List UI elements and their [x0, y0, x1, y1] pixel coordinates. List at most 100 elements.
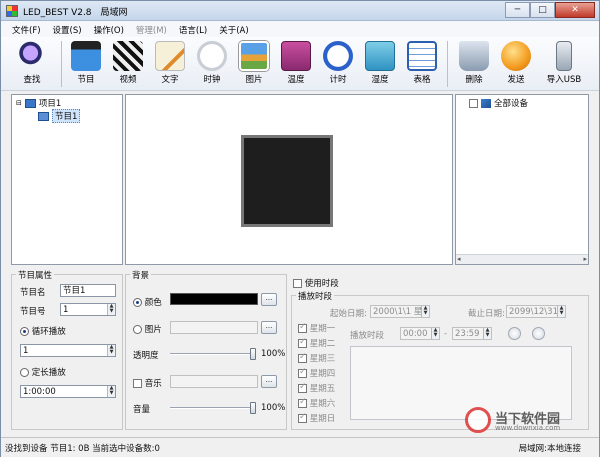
- device-list[interactable]: 全部设备 ◂ ▸: [455, 94, 589, 265]
- sunday-checkbox[interactable]: [298, 412, 307, 423]
- maximize-button[interactable]: □: [530, 2, 555, 18]
- menu-file[interactable]: 文件(F): [7, 21, 48, 37]
- scroll-left-icon[interactable]: ◂: [457, 255, 461, 263]
- toolbar: 查找 节目 视频 文字 时钟 图片 温度 计时 湿度 表格 删除 发送 导入US…: [1, 37, 599, 91]
- usb-drive-icon: [556, 41, 572, 71]
- color-swatch[interactable]: [170, 293, 258, 305]
- send-button[interactable]: 发送: [495, 39, 537, 89]
- volume-slider[interactable]: [170, 407, 256, 409]
- time-start-input[interactable]: 00:00 ▲ ▼: [400, 327, 440, 340]
- humidity-icon: [365, 41, 395, 71]
- use-schedule-checkbox[interactable]: [293, 279, 302, 288]
- time-start-spinner-icon[interactable]: ▲ ▼: [431, 328, 439, 339]
- project-tree[interactable]: ⊟ 项目1 节目1: [11, 94, 123, 265]
- scroll-right-icon[interactable]: ▸: [583, 255, 587, 263]
- watermark-logo-icon: [465, 407, 491, 433]
- volume-slider-thumb[interactable]: [250, 402, 256, 414]
- color-browse-button[interactable]: ...: [261, 293, 277, 306]
- day-friday[interactable]: 星期五: [298, 382, 335, 394]
- clapperboard-icon: [113, 41, 143, 71]
- picture-button[interactable]: 图片: [233, 39, 275, 89]
- menu-settings[interactable]: 设置(S): [48, 21, 89, 37]
- main-window: LED_BEST V2.8 局域网 ─ □ ✕ 文件(F) 设置(S) 操作(O…: [0, 0, 600, 457]
- menu-bar: 文件(F) 设置(S) 操作(O) 管理(M) 语言(L) 关于(A): [1, 21, 599, 37]
- add-time-button[interactable]: [508, 327, 521, 340]
- monday-checkbox[interactable]: [298, 322, 307, 333]
- table-icon: [407, 41, 437, 71]
- music-browse-button[interactable]: ...: [261, 375, 277, 388]
- loop-play-radio[interactable]: [20, 327, 29, 336]
- time-end-input[interactable]: 23:59 ▲ ▼: [452, 327, 492, 340]
- tree-item-program[interactable]: 节目1: [38, 109, 81, 123]
- wednesday-checkbox[interactable]: [298, 352, 307, 363]
- video-button[interactable]: 视频: [107, 39, 149, 89]
- fixed-duration-input[interactable]: 1:00:00 ▲ ▼: [20, 385, 116, 398]
- time-end-spinner-icon[interactable]: ▲ ▼: [483, 328, 491, 339]
- led-preview-screen: [241, 135, 333, 227]
- fixed-duration-radio[interactable]: [20, 368, 29, 377]
- fixed-duration-option[interactable]: 定长播放: [20, 366, 66, 378]
- export-usb-button[interactable]: 导入USB: [541, 39, 587, 89]
- program-number-input[interactable]: 1 ▲ ▼: [60, 303, 116, 316]
- delete-button[interactable]: 删除: [453, 39, 495, 89]
- menu-about[interactable]: 关于(A): [214, 21, 255, 37]
- day-sunday[interactable]: 星期日: [298, 412, 335, 424]
- picture-option[interactable]: 图片: [133, 323, 162, 335]
- tuesday-checkbox[interactable]: [298, 337, 307, 348]
- picture-radio[interactable]: [133, 325, 142, 334]
- day-tuesday[interactable]: 星期二: [298, 337, 335, 349]
- music-checkbox[interactable]: [133, 379, 142, 388]
- loop-play-option[interactable]: 循环播放: [20, 325, 66, 337]
- text-button[interactable]: 文字: [149, 39, 191, 89]
- alarm-clock-icon: [323, 41, 353, 71]
- picture-path-input[interactable]: [170, 321, 258, 334]
- end-date-input[interactable]: 2099\12\31 ▲ ▼: [506, 305, 566, 318]
- music-option[interactable]: 音乐: [133, 377, 162, 389]
- menu-operation[interactable]: 操作(O): [89, 21, 131, 37]
- loop-count-input[interactable]: 1 ▲ ▼: [20, 344, 116, 357]
- music-path-input[interactable]: [170, 375, 258, 388]
- program-name-input[interactable]: 节目1: [60, 284, 116, 297]
- tree-item-project[interactable]: ⊟ 项目1: [16, 97, 61, 109]
- menu-language[interactable]: 语言(L): [174, 21, 214, 37]
- end-date-spinner-icon[interactable]: ▲ ▼: [557, 306, 565, 317]
- all-devices-checkbox[interactable]: [469, 98, 478, 108]
- use-schedule-option[interactable]: 使用时段: [293, 277, 339, 289]
- day-thursday[interactable]: 星期四: [298, 367, 335, 379]
- program-properties-group: 节目属性 节目名 节目1 节目号 1 ▲ ▼ 循环播放 1 ▲ ▼ 定长播放 1:00:…: [11, 269, 123, 430]
- day-monday[interactable]: 星期一: [298, 322, 335, 334]
- status-bar: 没找到设备 节目1: 0B 当前选中设备数:0 局域网:本地连接: [1, 437, 599, 457]
- saturday-checkbox[interactable]: [298, 397, 307, 408]
- all-devices-item[interactable]: 全部设备: [469, 97, 528, 109]
- program-button[interactable]: 节目: [65, 39, 107, 89]
- table-button[interactable]: 表格: [401, 39, 443, 89]
- find-button[interactable]: 查找: [11, 39, 53, 89]
- day-saturday[interactable]: 星期六: [298, 397, 335, 409]
- number-spinner-icon[interactable]: ▲ ▼: [107, 304, 115, 315]
- transparency-slider-thumb[interactable]: [250, 348, 256, 360]
- picture-browse-button[interactable]: ...: [261, 321, 277, 334]
- network-status: 局域网:本地连接: [518, 444, 581, 454]
- loop-spinner-icon[interactable]: ▲ ▼: [107, 345, 115, 356]
- menu-manage[interactable]: 管理(M): [131, 21, 174, 37]
- day-wednesday[interactable]: 星期三: [298, 352, 335, 364]
- remove-time-button[interactable]: [532, 327, 545, 340]
- start-date-spinner-icon[interactable]: ▲ ▼: [421, 306, 429, 317]
- duration-spinner-icon[interactable]: ▲ ▼: [107, 386, 115, 397]
- title-bar: LED_BEST V2.8 局域网 ─ □ ✕: [1, 1, 599, 21]
- temperature-button[interactable]: 温度: [275, 39, 317, 89]
- temperature-icon: [281, 41, 311, 71]
- clock-button[interactable]: 时钟: [191, 39, 233, 89]
- start-date-input[interactable]: 2000\1\1 星 ▲ ▼: [370, 305, 430, 318]
- friday-checkbox[interactable]: [298, 382, 307, 393]
- thursday-checkbox[interactable]: [298, 367, 307, 378]
- timer-button[interactable]: 计时: [317, 39, 359, 89]
- photos-icon: [239, 41, 269, 71]
- minimize-button[interactable]: ─: [505, 2, 530, 18]
- transparency-slider[interactable]: [170, 353, 256, 355]
- color-option[interactable]: 颜色: [133, 296, 162, 308]
- humidity-button[interactable]: 湿度: [359, 39, 401, 89]
- color-radio[interactable]: [133, 298, 142, 307]
- close-button[interactable]: ✕: [555, 2, 595, 18]
- device-list-scrollbar[interactable]: ◂ ▸: [456, 254, 588, 264]
